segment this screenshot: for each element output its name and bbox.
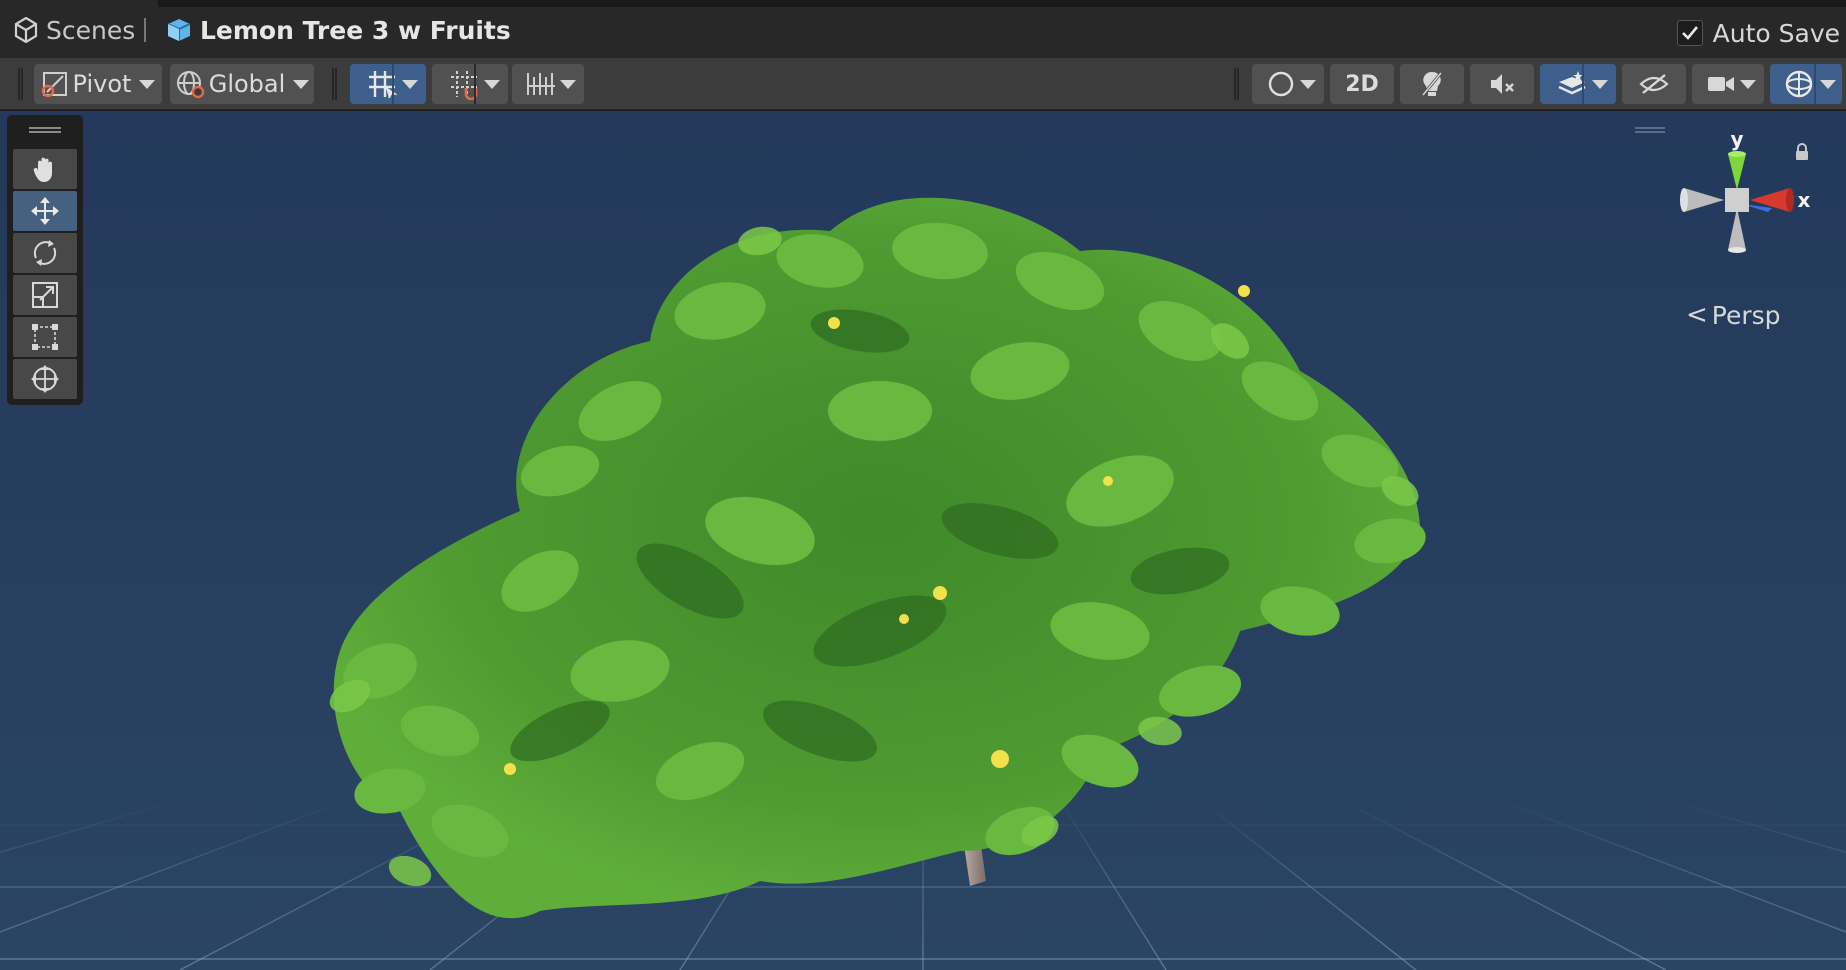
lighting-toggle[interactable] (1400, 64, 1464, 104)
projection-toggle[interactable]: < Persp (1686, 298, 1781, 332)
2d-label: 2D (1345, 71, 1379, 97)
toolbar-grip[interactable] (18, 68, 23, 100)
speaker-muted-icon (1491, 74, 1514, 94)
hidden-eye-icon (1639, 74, 1669, 94)
tool-palette (7, 115, 83, 405)
scene-toolbar: Pivot Global 2D (0, 58, 1846, 110)
scenes-tab[interactable]: Scenes (14, 14, 135, 46)
chevron-down-icon (1300, 79, 1316, 89)
move-tool-button[interactable] (13, 191, 77, 231)
draw-mode-dropdown[interactable] (1252, 64, 1324, 104)
x-axis-label: x (1798, 188, 1811, 212)
2d-toggle-button[interactable]: 2D (1330, 64, 1394, 104)
scene-breadcrumb[interactable]: Lemon Tree 3 w Fruits (166, 14, 511, 46)
y-axis-cone[interactable] (1728, 154, 1746, 190)
global-dropdown[interactable]: Global (170, 64, 314, 104)
projection-label: Persp (1711, 300, 1781, 330)
camera-icon (1708, 77, 1734, 91)
pivot-label: Pivot (72, 70, 132, 98)
breadcrumb-separator (144, 18, 146, 42)
toolbar-grip[interactable] (1234, 68, 1239, 100)
y-axis-label: y (1730, 130, 1743, 151)
axis-gizmo-graphic: y x (1680, 127, 1811, 253)
chevron-down-icon (139, 79, 156, 89)
scale-tool-button[interactable] (13, 275, 77, 315)
scenes-tab-label: Scenes (46, 15, 136, 45)
toolbar-grip[interactable] (332, 68, 337, 100)
rect-icon (32, 324, 58, 350)
transform-tool-button[interactable] (13, 359, 77, 399)
audio-toggle[interactable] (1470, 64, 1534, 104)
orientation-gizmo[interactable]: y x (1662, 127, 1812, 280)
scene-name-label: Lemon Tree 3 w Fruits (200, 15, 511, 45)
scene-cube-icon (167, 19, 191, 41)
increment-snap-toggle[interactable] (432, 64, 508, 104)
unity-logo-icon (14, 17, 38, 43)
scene-viewport[interactable] (0, 111, 1846, 970)
perspective-chevron-icon: < (1686, 300, 1708, 330)
split-divider (392, 64, 394, 104)
neg-x-axis-cone[interactable] (1684, 188, 1724, 212)
title-strip (158, 0, 1846, 7)
gizmo-sphere-icon (1785, 70, 1813, 98)
chevron-down-icon[interactable] (484, 79, 500, 89)
effects-toggle[interactable] (1540, 64, 1616, 104)
rect-tool-button[interactable] (13, 317, 77, 357)
lemon-tree-model (329, 197, 1426, 919)
lightbulb-off-icon (1421, 71, 1443, 96)
neg-y-axis-cone[interactable] (1728, 208, 1746, 250)
gizmos-toggle[interactable] (1770, 64, 1842, 104)
transform-icon (31, 365, 59, 393)
overlay-drag-handle[interactable] (1635, 127, 1665, 133)
auto-save-toggle[interactable]: Auto Save (1676, 16, 1840, 50)
checkmark-icon (1681, 26, 1698, 40)
move-icon (31, 197, 59, 225)
palette-drag-handle[interactable] (29, 127, 61, 133)
rotate-tool-button[interactable] (13, 233, 77, 273)
pivot-icon (41, 72, 67, 98)
camera-settings-dropdown[interactable] (1692, 64, 1764, 104)
chevron-down-icon[interactable] (402, 79, 418, 89)
scene-visibility-toggle[interactable] (1622, 64, 1686, 104)
split-divider (474, 64, 476, 104)
gizmo-center-cube[interactable] (1725, 188, 1749, 212)
chevron-down-icon (1740, 79, 1756, 89)
ruler-icon (527, 73, 555, 95)
chevron-down-icon[interactable] (1592, 79, 1608, 89)
split-divider (1814, 64, 1816, 104)
scene-window-titlebar: Scenes Lemon Tree 3 w Fruits Auto Save (0, 0, 1846, 58)
auto-save-label: Auto Save (1712, 18, 1840, 48)
grid-snap-toggle[interactable] (350, 64, 426, 104)
hand-tool-button[interactable] (13, 149, 77, 189)
globe-icon (176, 71, 204, 99)
shading-sphere-icon (1268, 71, 1294, 97)
scale-icon (32, 282, 58, 308)
split-divider (1582, 64, 1584, 104)
chevron-down-icon (293, 79, 310, 89)
pivot-dropdown[interactable]: Pivot (34, 64, 162, 104)
auto-save-checkbox[interactable] (1676, 20, 1703, 46)
global-label: Global (208, 70, 286, 98)
hand-icon (33, 157, 52, 182)
chevron-down-icon[interactable] (1820, 79, 1836, 89)
rotate-icon (33, 240, 57, 266)
snap-settings-dropdown[interactable] (512, 64, 584, 104)
chevron-down-icon (560, 79, 576, 89)
